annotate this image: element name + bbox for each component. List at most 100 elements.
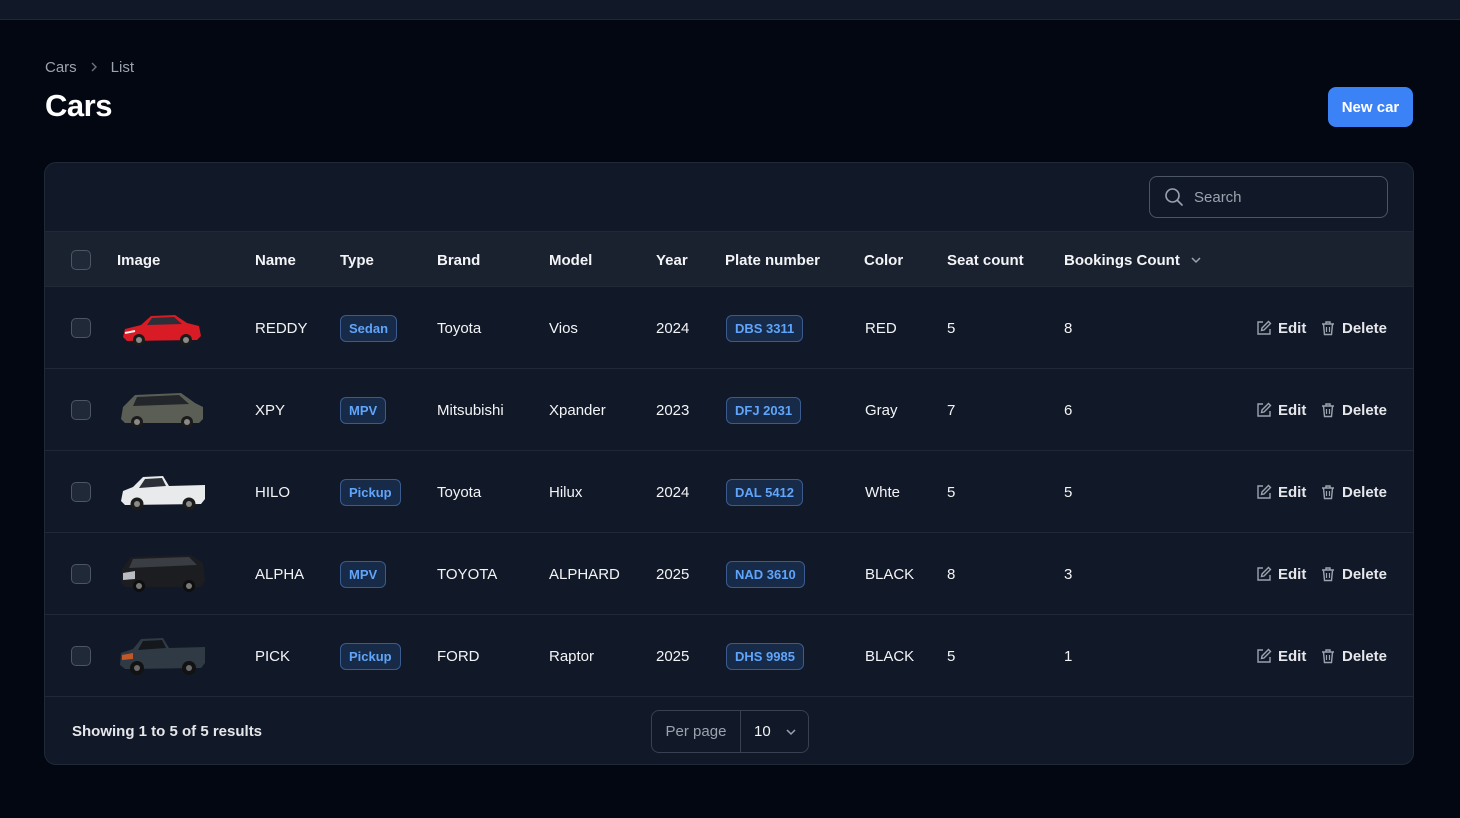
edit-label: Edit [1278,483,1307,501]
row-checkbox[interactable] [71,564,91,584]
delete-label: Delete [1342,647,1388,665]
per-page-label: Per page [652,711,741,752]
search-box[interactable] [1149,176,1388,218]
plate-badge: DFJ 2031 [726,396,802,424]
column-header-seat-count: Seat count [947,251,1024,269]
column-header-color: Color [864,251,904,269]
table-footer: Showing 1 to 5 of 5 results Per page 10 [45,697,1413,764]
car-image [117,451,207,533]
car-brand: Toyota [437,319,482,337]
car-image-black-van [121,555,205,592]
car-plate: DAL 5412 [726,451,804,533]
car-name: HILO [255,483,291,501]
row-checkbox[interactable] [71,400,91,420]
car-bookings-count: 5 [1064,483,1073,501]
trash-icon [1322,485,1334,500]
car-bookings-count: 8 [1064,319,1073,337]
breadcrumb: Cars List [45,57,134,77]
new-car-button[interactable]: New car [1328,87,1413,127]
breadcrumb-cars[interactable]: Cars [45,59,77,76]
car-color: BLACK [865,647,915,665]
cars-table-panel: Image Name Type Brand Model Year Plate n… [44,162,1414,765]
car-image-dark-pickup [120,638,205,675]
per-page-select[interactable]: 10 [741,711,808,752]
car-plate: DHS 9985 [726,615,804,697]
column-header-bookings-count[interactable]: Bookings Count [1064,232,1202,288]
car-brand: Toyota [437,483,482,501]
column-header-brand: Brand [437,251,481,269]
column-header-name: Name [255,251,296,269]
car-image-red-sedan [123,315,201,346]
car-name: REDDY [255,319,308,337]
car-type: MPV [340,369,387,451]
car-seat-count: 8 [947,565,956,583]
delete-button[interactable]: Delete [1320,451,1387,533]
type-badge: Sedan [340,314,398,342]
edit-button[interactable]: Edit [1256,615,1306,697]
edit-icon [1257,484,1272,499]
car-type: Pickup [340,615,401,697]
table-row: REDDY Sedan Toyota Vios 2024 DBS 3311 RE… [45,287,1413,369]
car-seat-count: 5 [947,319,956,337]
search-icon [1165,188,1183,206]
car-bookings-count: 1 [1064,647,1073,665]
car-year: 2025 [656,647,690,665]
delete-button[interactable]: Delete [1320,615,1387,697]
search-input[interactable] [1194,188,1364,206]
delete-label: Delete [1342,319,1388,337]
edit-icon [1257,320,1272,335]
column-header-year: Year [656,251,688,269]
car-color: BLACK [865,565,915,583]
edit-label: Edit [1278,401,1307,419]
column-header-type: Type [340,251,374,269]
plate-badge: NAD 3610 [726,560,805,588]
car-year: 2025 [656,565,690,583]
car-type: Pickup [340,451,401,533]
column-header-model: Model [549,251,593,269]
per-page-value: 10 [754,723,771,740]
trash-icon [1322,321,1334,336]
results-summary: Showing 1 to 5 of 5 results [72,723,263,740]
delete-label: Delete [1342,565,1388,583]
car-model: Hilux [549,483,583,501]
edit-button[interactable]: Edit [1256,369,1306,451]
trash-icon [1322,649,1334,664]
car-bookings-count: 6 [1064,401,1073,419]
delete-button[interactable]: Delete [1320,369,1387,451]
edit-label: Edit [1278,319,1307,337]
select-all-checkbox[interactable] [71,250,91,270]
car-plate: NAD 3610 [726,533,805,615]
car-bookings-count: 3 [1064,565,1073,583]
type-badge: Pickup [340,478,401,506]
type-badge: MPV [340,396,387,424]
trash-icon [1322,567,1334,582]
row-checkbox[interactable] [71,318,91,338]
car-image-gray-mpv [121,393,203,428]
car-brand: FORD [437,647,480,665]
car-name: ALPHA [255,565,305,583]
edit-icon [1257,648,1272,663]
car-brand: Mitsubishi [437,401,504,419]
table-row: HILO Pickup Toyota Hilux 2024 DAL 5412 W… [45,451,1413,533]
edit-icon [1257,402,1272,417]
row-checkbox[interactable] [71,646,91,666]
table-row: XPY MPV Mitsubishi Xpander 2023 DFJ 2031… [45,369,1413,451]
edit-button[interactable]: Edit [1256,533,1306,615]
delete-label: Delete [1342,483,1388,501]
trash-icon [1322,403,1334,418]
delete-button[interactable]: Delete [1320,287,1387,369]
bookings-count-label: Bookings Count [1064,251,1180,269]
per-page-control: Per page 10 [651,710,809,753]
car-name: XPY [255,401,286,419]
row-checkbox[interactable] [71,482,91,502]
edit-button[interactable]: Edit [1256,451,1306,533]
car-seat-count: 5 [947,483,956,501]
car-image [117,287,207,369]
edit-icon [1257,566,1272,581]
delete-label: Delete [1342,401,1388,419]
car-image-white-pickup [121,476,205,511]
edit-button[interactable]: Edit [1256,287,1306,369]
delete-button[interactable]: Delete [1320,533,1387,615]
car-model: Xpander [549,401,606,419]
table-header: Image Name Type Brand Model Year Plate n… [45,231,1413,288]
